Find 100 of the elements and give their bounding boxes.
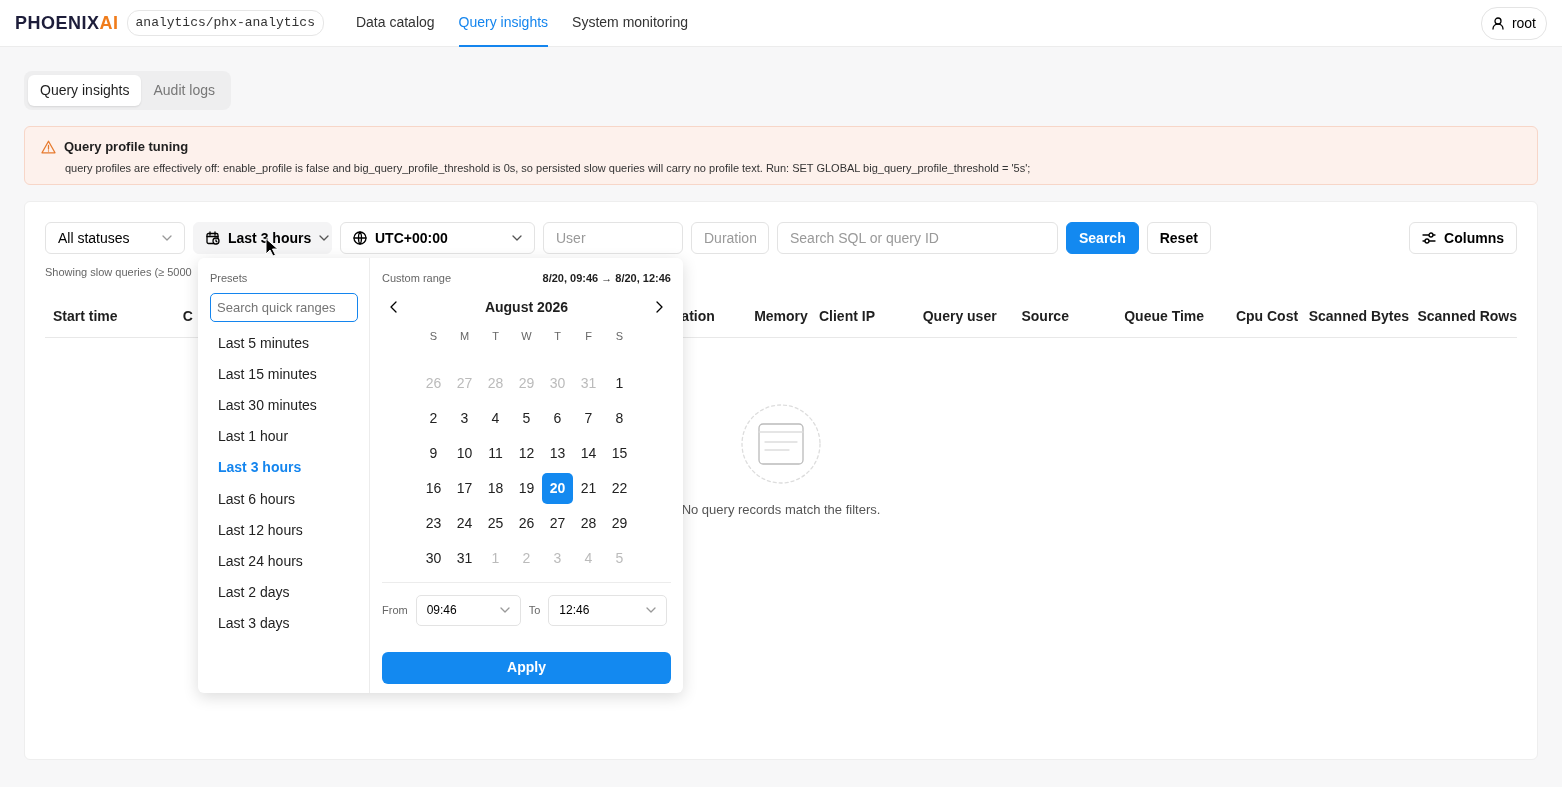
- calendar-day[interactable]: 25: [480, 507, 511, 539]
- from-time-select[interactable]: 09:46: [415, 594, 521, 626]
- empty-state-icon: [741, 404, 821, 484]
- alert-title: Query profile tuning: [64, 138, 189, 156]
- calendar-day[interactable]: 22: [604, 472, 635, 504]
- calendar-day[interactable]: 4: [480, 402, 511, 434]
- calendar-day[interactable]: 15: [604, 437, 635, 469]
- next-month-button[interactable]: [656, 301, 663, 313]
- nav-tab[interactable]: Data catalog: [355, 0, 435, 47]
- calendar-day[interactable]: 5: [511, 402, 542, 434]
- to-label: To: [528, 602, 541, 618]
- calendar-day[interactable]: 16: [418, 472, 449, 504]
- calendar-day[interactable]: 23: [418, 507, 449, 539]
- calendar-day[interactable]: 30: [418, 542, 449, 574]
- nav-tab[interactable]: System monitoring: [572, 0, 688, 47]
- calendar-day[interactable]: 27: [542, 507, 573, 539]
- column-header: C: [182, 308, 193, 324]
- sliders-icon: [1422, 232, 1437, 244]
- calendar-day[interactable]: 13: [542, 437, 573, 469]
- preset-option[interactable]: Last 5 minutes: [210, 327, 318, 359]
- column-header: ation: [681, 308, 715, 324]
- columns-button[interactable]: Columns: [1409, 222, 1517, 254]
- month-title: August 2026: [484, 297, 569, 317]
- segment-tab[interactable]: Audit logs: [141, 75, 227, 106]
- calendar-day[interactable]: 29: [604, 507, 635, 539]
- presets-label: Presets: [210, 271, 249, 286]
- globe-icon: [353, 231, 367, 245]
- preset-search-field[interactable]: Search quick ranges: [210, 292, 358, 322]
- calendar-day[interactable]: 26: [511, 507, 542, 539]
- column-header: Start time: [53, 308, 118, 324]
- preset-option[interactable]: Last 2 days: [210, 577, 298, 609]
- column-header: Scanned Rows: [1417, 308, 1517, 324]
- weekday-label: M: [458, 329, 471, 345]
- column-header: Scanned Bytes: [1308, 308, 1410, 324]
- timezone-select[interactable]: UTC+00:00: [340, 222, 535, 254]
- calendar-day[interactable]: 20: [542, 472, 573, 504]
- weekday-label: T: [491, 329, 500, 345]
- weekday-label: S: [428, 329, 439, 345]
- calendar-day[interactable]: 2: [418, 402, 449, 434]
- custom-range-label: Custom range: [382, 271, 452, 286]
- reset-button[interactable]: Reset: [1146, 222, 1211, 254]
- from-label: From: [382, 602, 408, 618]
- chevron-down-icon: [512, 235, 522, 241]
- duration-field[interactable]: Duration: [691, 222, 769, 254]
- chevron-right-icon: [656, 301, 663, 313]
- summary-text: Showing slow queries (≥ 5000: [45, 265, 192, 280]
- weekday-label: F: [584, 329, 593, 345]
- preset-option[interactable]: Last 30 minutes: [210, 389, 325, 422]
- column-header: Client IP: [819, 308, 875, 324]
- calendar-day[interactable]: 6: [542, 402, 573, 434]
- search-button[interactable]: Search: [1066, 222, 1139, 254]
- status-select[interactable]: All statuses: [45, 222, 185, 254]
- user-menu-button[interactable]: root: [1480, 6, 1547, 40]
- logo: PHOENIXAI: [15, 11, 119, 35]
- workspace-label: analytics/phx-analytics: [126, 10, 324, 36]
- column-header: Queue Time: [1124, 308, 1205, 324]
- calendar-clock-icon: [206, 231, 220, 245]
- preset-option[interactable]: Last 12 hours: [210, 514, 311, 546]
- chevron-down-icon: [319, 235, 330, 241]
- calendar-day[interactable]: 1: [604, 367, 635, 399]
- to-time-select[interactable]: 12:46: [548, 594, 668, 626]
- preset-option[interactable]: Last 6 hours: [210, 483, 304, 515]
- column-header: Query user: [922, 308, 997, 324]
- preset-option[interactable]: Last 24 hours: [210, 545, 311, 577]
- search-field[interactable]: Search SQL or query ID: [777, 222, 1058, 254]
- user-field[interactable]: User: [543, 222, 683, 254]
- previous-month-button[interactable]: [390, 301, 397, 313]
- segment-tab[interactable]: Query insights: [28, 75, 142, 106]
- calendar-day[interactable]: 3: [449, 402, 480, 434]
- calendar-day[interactable]: 24: [449, 507, 480, 539]
- calendar-day[interactable]: 11: [480, 437, 511, 469]
- calendar-day[interactable]: 9: [418, 437, 449, 469]
- preset-option[interactable]: Last 1 hour: [210, 421, 297, 453]
- warning-icon: [41, 139, 56, 154]
- calendar-day[interactable]: 31: [449, 542, 480, 574]
- calendar-day[interactable]: 21: [573, 472, 604, 504]
- calendar-day[interactable]: 12: [511, 437, 542, 469]
- preset-option[interactable]: Last 15 minutes: [210, 358, 325, 390]
- chevron-left-icon: [390, 301, 397, 313]
- calendar-day[interactable]: 14: [573, 437, 604, 469]
- preset-option[interactable]: Last 3 hours: [210, 452, 310, 484]
- calendar-day[interactable]: 18: [480, 472, 511, 504]
- weekday-label: W: [520, 329, 533, 345]
- calendar-day[interactable]: 10: [449, 437, 480, 469]
- calendar-day[interactable]: 28: [573, 507, 604, 539]
- weekday-label: T: [553, 329, 562, 345]
- apply-button[interactable]: Apply: [382, 651, 671, 684]
- chevron-down-icon: [646, 607, 657, 613]
- column-header: Cpu Cost: [1235, 308, 1299, 324]
- calendar-day[interactable]: 17: [449, 472, 480, 504]
- calendar-day[interactable]: 7: [573, 402, 604, 434]
- calendar-day[interactable]: 19: [511, 472, 542, 504]
- nav-tab[interactable]: Query insights: [458, 0, 549, 47]
- chevron-down-icon: [162, 235, 172, 241]
- chevron-down-icon: [499, 607, 510, 613]
- calendar-day[interactable]: 8: [604, 402, 635, 434]
- preset-option[interactable]: Last 3 days: [210, 608, 298, 640]
- alert-message: query profiles are effectively off: enable_profile is false and big_query_profile_threshold is 0s, so persisted slow queries will carry no profile text. Run: SET GLOBAL big_query_profile_threshold = '5s';: [65, 160, 1032, 176]
- user-icon: [1491, 16, 1504, 30]
- range-text: 8/20, 09:46 → 8/20, 12:46: [542, 271, 671, 286]
